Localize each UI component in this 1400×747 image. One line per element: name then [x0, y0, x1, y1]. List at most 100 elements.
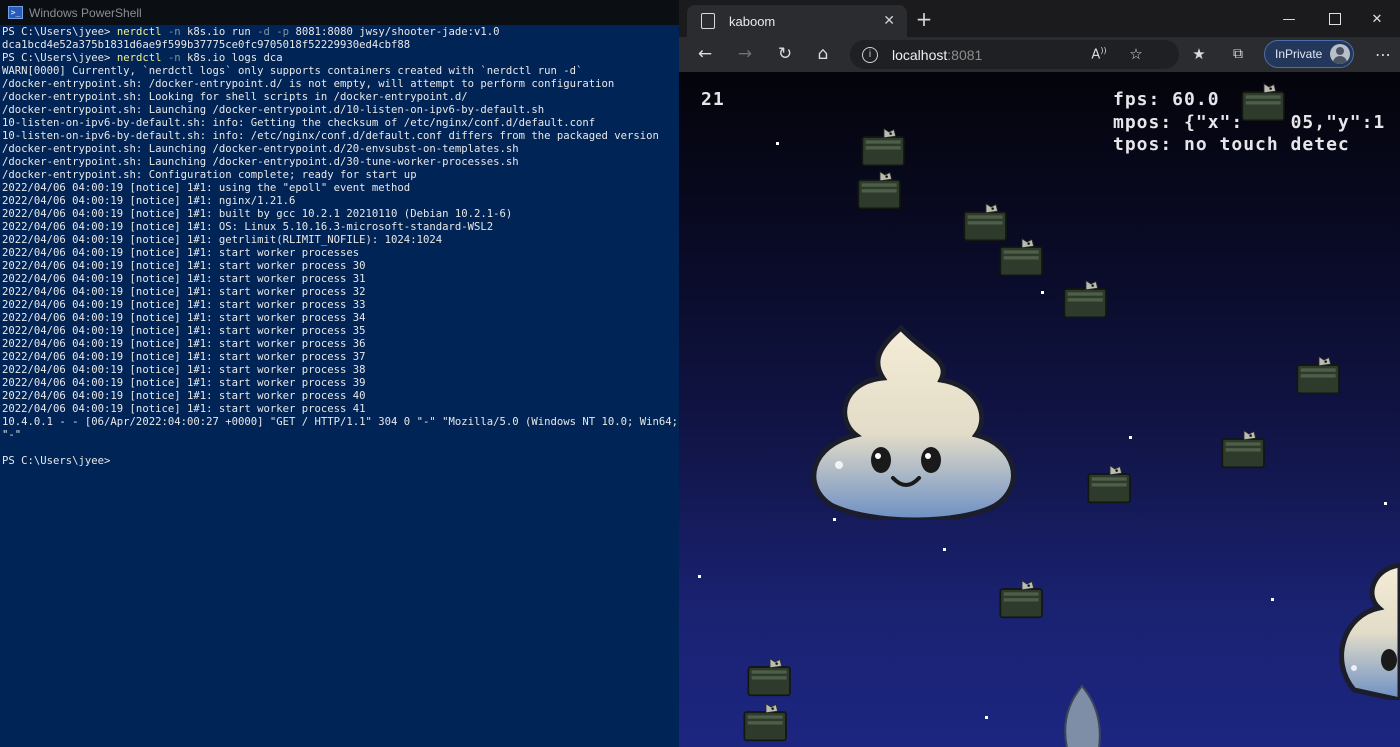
enemy-box-sprite	[1241, 82, 1285, 122]
read-aloud-button[interactable]: A))	[1085, 40, 1113, 68]
tab-title: kaboom	[729, 13, 776, 29]
player-blob	[811, 324, 1016, 520]
star	[985, 716, 988, 719]
enemy-box-sprite	[1296, 355, 1340, 395]
star	[1041, 291, 1044, 294]
enemy-box-sprite	[999, 579, 1043, 619]
powershell-title: Windows PowerShell	[29, 5, 142, 20]
url-host: localhost	[892, 46, 948, 63]
mpos-label: mpos: {"x":	[1113, 112, 1244, 133]
new-tab-button[interactable]: +	[912, 7, 936, 31]
browser-window[interactable]: kaboom ✕ + — ✕ ← → ↻ ⌂ i localhost:8081	[679, 0, 1400, 747]
enemy-box-sprite	[1063, 279, 1107, 319]
powershell-window[interactable]: >_ Windows PowerShell PS C:\Users\jyee> …	[0, 0, 679, 747]
close-tab-icon[interactable]: ✕	[883, 13, 895, 29]
fps-readout: fps: 60.0	[1113, 89, 1220, 110]
console-line: 2022/04/06 04:00:19 [notice] 1#1: start …	[2, 364, 366, 376]
console-line: 2022/04/06 04:00:19 [notice] 1#1: nginx/…	[2, 195, 296, 207]
console-line: 2022/04/06 04:00:19 [notice] 1#1: getrli…	[2, 234, 443, 246]
console-line: 2022/04/06 04:00:19 [notice] 1#1: start …	[2, 325, 366, 337]
enemy-box-sprite	[963, 202, 1007, 242]
touch-position-readout: tpos: no touch detec	[1113, 134, 1350, 155]
favorites-icon: ★	[1192, 45, 1206, 63]
more-icon: ⋯	[1375, 44, 1391, 64]
tab-strip: kaboom ✕ + — ✕	[679, 0, 1400, 37]
avatar	[1330, 44, 1351, 64]
player-blob-partial	[1339, 562, 1400, 700]
console-line: PS C:\Users\jyee> nerdctl -n k8s.io run …	[2, 26, 500, 38]
console-line: 2022/04/06 04:00:19 [notice] 1#1: start …	[2, 286, 366, 298]
mpos-value: 05,"y":1	[1290, 112, 1386, 133]
refresh-button[interactable]: ↻	[771, 40, 799, 68]
enemy-box-sprite	[747, 657, 791, 697]
console-line: /docker-entrypoint.sh: Looking for shell…	[2, 91, 468, 103]
console-line: 2022/04/06 04:00:19 [notice] 1#1: start …	[2, 390, 366, 402]
console-line: PS C:\Users\jyee> nerdctl -n k8s.io logs…	[2, 52, 283, 64]
console-line: 2022/04/06 04:00:19 [notice] 1#1: start …	[2, 247, 360, 259]
back-button[interactable]: ←	[691, 40, 719, 68]
star	[943, 548, 946, 551]
console-line: /docker-entrypoint.sh: /docker-entrypoin…	[2, 78, 615, 90]
console-line: "-"	[2, 429, 22, 441]
console-line: 2022/04/06 04:00:19 [notice] 1#1: start …	[2, 312, 366, 324]
forward-arrow-icon: →	[737, 44, 753, 64]
inprivate-button[interactable]: InPrivate	[1264, 40, 1354, 68]
read-aloud-icon: A))	[1091, 45, 1107, 63]
collections-button[interactable]: ⧉	[1224, 40, 1252, 68]
score-counter: 21	[701, 89, 725, 110]
game-canvas[interactable]: 21 fps: 60.0 mpos: {"x": 05,"y":1 tpos: …	[679, 72, 1400, 747]
star	[776, 142, 779, 145]
console-line: 2022/04/06 04:00:19 [notice] 1#1: using …	[2, 182, 411, 194]
page-icon	[701, 13, 715, 29]
tab-kaboom[interactable]: kaboom ✕	[687, 5, 907, 37]
console-line: dca1bcd4e52a375b1831d6ae9f599b37775ce0fc…	[2, 39, 411, 51]
enemy-box-sprite	[999, 237, 1043, 277]
console-line: 10.4.0.1 - - [06/Apr/2022:04:00:27 +0000…	[2, 416, 679, 428]
console-line: 2022/04/06 04:00:19 [notice] 1#1: start …	[2, 273, 366, 285]
maximize-button[interactable]	[1312, 6, 1358, 32]
settings-menu-button[interactable]: ⋯	[1369, 40, 1397, 68]
console-line: 2022/04/06 04:00:19 [notice] 1#1: built …	[2, 208, 513, 220]
close-icon: ✕	[1371, 11, 1383, 27]
inprivate-label: InPrivate	[1275, 47, 1323, 61]
url-port: :8081	[947, 46, 983, 63]
site-info-icon[interactable]: i	[862, 46, 878, 63]
console-output[interactable]: PS C:\Users\jyee> nerdctl -n k8s.io run …	[0, 26, 679, 747]
refresh-icon: ↻	[777, 44, 793, 64]
minimize-icon: —	[1282, 11, 1296, 27]
star	[1271, 598, 1274, 601]
console-line: /docker-entrypoint.sh: Configuration com…	[2, 169, 417, 181]
console-line: /docker-entrypoint.sh: Launching /docker…	[2, 143, 519, 155]
console-line: 2022/04/06 04:00:19 [notice] 1#1: start …	[2, 351, 366, 363]
enemy-box-sprite	[1087, 464, 1131, 504]
favorite-add-icon: ☆	[1129, 45, 1143, 63]
console-line: 10-listen-on-ipv6-by-default.sh: info: G…	[2, 117, 596, 129]
star	[1129, 436, 1132, 439]
console-line: 2022/04/06 04:00:19 [notice] 1#1: start …	[2, 299, 366, 311]
enemy-box-sprite	[743, 702, 787, 742]
powershell-icon: >_	[8, 6, 23, 19]
favorites-button[interactable]: ★	[1185, 40, 1213, 68]
navigation-bar: ← → ↻ ⌂ i localhost:8081 A)) ☆ ★ ⧉ InPri…	[679, 37, 1400, 72]
star	[698, 575, 701, 578]
close-window-button[interactable]: ✕	[1354, 6, 1400, 32]
console-line: 2022/04/06 04:00:19 [notice] 1#1: OS: Li…	[2, 221, 494, 233]
console-line: /docker-entrypoint.sh: Launching /docker…	[2, 104, 545, 116]
enemy-box-sprite	[861, 127, 905, 167]
bullet-sprite	[1064, 684, 1101, 747]
add-favorite-button[interactable]: ☆	[1122, 40, 1150, 68]
home-button[interactable]: ⌂	[809, 40, 837, 68]
console-line: /docker-entrypoint.sh: Launching /docker…	[2, 156, 519, 168]
enemy-box-sprite	[1221, 429, 1265, 469]
console-line: 10-listen-on-ipv6-by-default.sh: info: /…	[2, 130, 659, 142]
powershell-titlebar[interactable]: >_ Windows PowerShell	[0, 0, 679, 25]
forward-button[interactable]: →	[731, 40, 759, 68]
console-line: PS C:\Users\jyee>	[2, 455, 111, 467]
back-arrow-icon: ←	[697, 44, 713, 64]
minimize-button[interactable]: —	[1266, 6, 1312, 32]
address-url[interactable]: localhost:8081	[892, 47, 982, 63]
home-icon: ⌂	[817, 44, 829, 64]
collections-icon: ⧉	[1233, 46, 1243, 62]
console-line: WARN[0000] Currently, `nerdctl logs` onl…	[2, 65, 583, 77]
